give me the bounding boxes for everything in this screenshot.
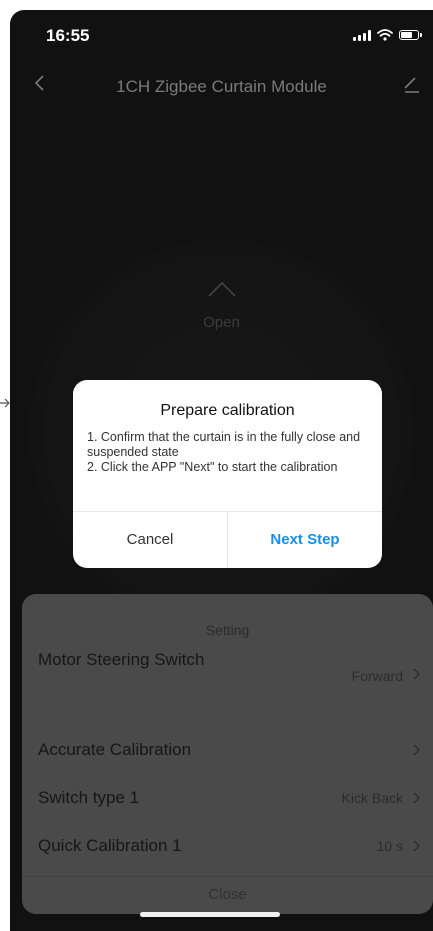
setting-label: Motor Steering Switch	[38, 650, 205, 669]
setting-label: Accurate Calibration	[38, 740, 192, 759]
close-button[interactable]: Close	[22, 886, 433, 903]
setting-row-quick-calibration[interactable]: Quick Calibration 1 10 s	[22, 824, 433, 868]
page-title: 1CH Zigbee Curtain Module	[116, 77, 327, 96]
setting-row-switch-type[interactable]: Switch type 1 Kick Back	[22, 776, 433, 820]
setting-value: 10 s	[376, 838, 403, 854]
calibration-dialog: Prepare calibration 1. Confirm that the …	[73, 380, 382, 568]
battery-level	[401, 32, 413, 38]
sheet-title: Setting	[205, 622, 250, 638]
settings-sheet: Setting Motor Steering Switch Forward Ac…	[22, 594, 433, 914]
edge-arrow-icon	[0, 398, 10, 408]
chevron-right-icon	[413, 840, 420, 852]
setting-value: Kick Back	[341, 790, 403, 806]
system-icons	[353, 29, 422, 41]
open-button[interactable]: Open	[10, 280, 433, 331]
setting-value: Forward	[351, 668, 403, 684]
dialog-message-line: 1. Confirm that the curtain is in the fu…	[87, 430, 361, 459]
chevron-right-icon	[413, 744, 420, 756]
status-time: 16:55	[46, 26, 90, 45]
next-step-button[interactable]: Next Step	[228, 511, 382, 568]
setting-row-accurate-calibration[interactable]: Accurate Calibration	[22, 728, 433, 772]
nav-bar: 1CH Zigbee Curtain Module	[10, 65, 433, 105]
chevron-right-icon	[413, 792, 420, 804]
battery-icon	[399, 30, 422, 40]
signal-bars-icon	[353, 29, 371, 41]
dialog-title: Prepare calibration	[160, 402, 295, 419]
chevron-up-icon	[207, 281, 236, 297]
wifi-icon	[377, 29, 393, 41]
setting-row-motor-steering[interactable]: Motor Steering Switch Forward	[22, 646, 433, 702]
chevron-right-icon	[413, 668, 420, 680]
setting-label: Switch type 1	[38, 788, 140, 807]
divider	[22, 876, 433, 877]
pencil-icon[interactable]	[399, 71, 423, 95]
open-label: Open	[203, 314, 240, 331]
setting-label: Quick Calibration 1	[38, 836, 182, 855]
cancel-button[interactable]: Cancel	[73, 511, 227, 568]
status-bar: 16:55	[10, 10, 433, 58]
dialog-message: 1. Confirm that the curtain is in the fu…	[87, 430, 368, 475]
dialog-message-line: 2. Click the APP "Next" to start the cal…	[87, 460, 338, 474]
home-indicator	[140, 912, 280, 917]
